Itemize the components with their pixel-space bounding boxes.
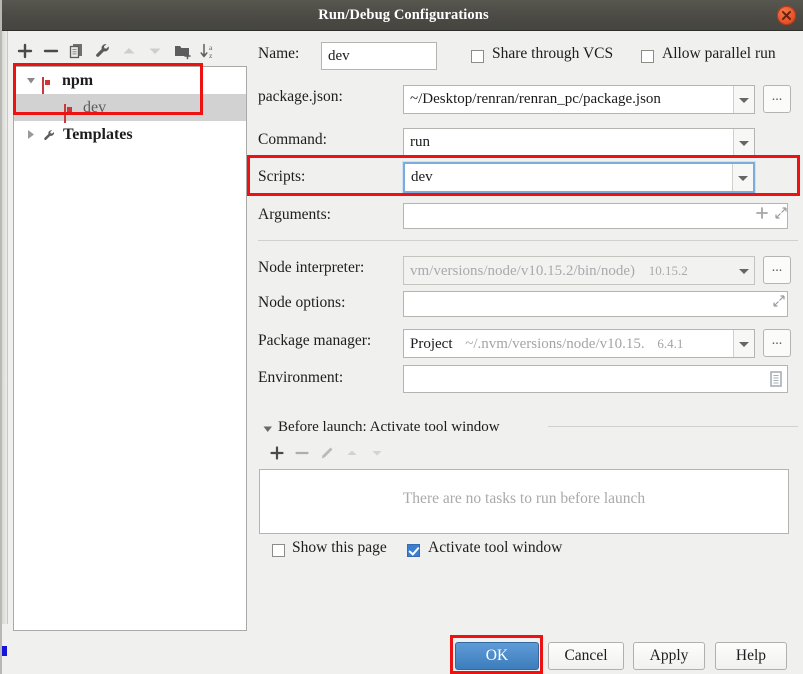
allow-parallel-run-checkbox[interactable]: [641, 50, 654, 63]
tree-node-label: dev: [83, 99, 107, 116]
before-launch-divider: [548, 426, 798, 427]
form-divider: [258, 240, 798, 241]
activate-tool-window-label[interactable]: Activate tool window: [428, 539, 562, 557]
share-through-vcs-label[interactable]: Share through VCS: [492, 45, 613, 63]
move-up-button[interactable]: [118, 40, 140, 62]
title-bar: Run/Debug Configurations: [2, 0, 803, 31]
copy-configuration-button[interactable]: [66, 40, 88, 62]
before-launch-tasks-list[interactable]: There are no tasks to run before launch: [259, 469, 789, 534]
package-manager-browse-button[interactable]: ...: [763, 329, 791, 357]
node-interpreter-label: Node interpreter:: [258, 259, 365, 276]
window-left-edge: [2, 31, 8, 624]
run-debug-configurations-dialog: Run/Debug Configurations a z npm dev Tem…: [0, 0, 803, 674]
node-interpreter-combo[interactable]: vm/versions/node/v10.15.2/bin/node) 10.1…: [403, 256, 755, 285]
apply-button[interactable]: Apply: [633, 642, 705, 670]
package-json-combo[interactable]: ~/Desktop/renran/renran_pc/package.json: [403, 85, 755, 114]
configurations-toolbar: a z: [14, 40, 244, 64]
tree-node-label: Templates: [63, 126, 133, 143]
node-options-label: Node options:: [258, 294, 346, 311]
node-options-input[interactable]: [403, 291, 788, 317]
scripts-combo-input[interactable]: dev: [403, 162, 755, 193]
npm-icon: [42, 73, 56, 96]
package-manager-value: Project: [410, 336, 453, 352]
resize-indicator: [2, 646, 7, 656]
share-through-vcs-checkbox[interactable]: [471, 50, 484, 63]
node-interpreter-browse-button[interactable]: ...: [763, 256, 791, 284]
package-manager-combo[interactable]: Project ~/.nvm/versions/node/v10.15. 6.4…: [403, 329, 755, 358]
ok-button[interactable]: OK: [455, 642, 539, 670]
tree-node-label: npm: [62, 72, 94, 89]
environment-variables-icon[interactable]: [769, 371, 783, 392]
before-launch-empty-text: There are no tasks to run before launch: [402, 490, 646, 507]
arguments-add-icon[interactable]: [755, 206, 769, 225]
before-launch-header[interactable]: Before launch: Activate tool window: [258, 419, 500, 436]
task-move-up-button[interactable]: [343, 444, 361, 462]
add-configuration-button[interactable]: [14, 40, 36, 62]
show-this-page-label[interactable]: Show this page: [292, 539, 387, 557]
package-manager-path: ~/.nvm/versions/node/v10.15.: [465, 336, 645, 352]
help-button[interactable]: Help: [715, 642, 787, 670]
package-json-chevron-down-icon[interactable]: [733, 86, 754, 113]
before-launch-triangle-down-icon[interactable]: [261, 422, 275, 441]
move-into-folder-icon[interactable]: [172, 40, 194, 62]
task-move-down-button[interactable]: [368, 444, 386, 462]
scripts-label: Scripts:: [258, 168, 306, 185]
remove-task-button[interactable]: [293, 444, 311, 462]
package-manager-label: Package manager:: [258, 332, 372, 349]
environment-input[interactable]: [403, 365, 788, 393]
command-chevron-down-icon[interactable]: [733, 129, 754, 156]
window-title: Run/Debug Configurations: [318, 7, 489, 23]
tree-node-npm[interactable]: npm: [14, 67, 246, 96]
allow-parallel-run-label[interactable]: Allow parallel run: [662, 45, 776, 63]
command-combo[interactable]: run: [403, 128, 755, 157]
edit-templates-wrench-icon[interactable]: [92, 40, 114, 62]
node-interpreter-path: vm/versions/node/v10.15.2/bin/node): [410, 263, 635, 279]
activate-tool-window-checkbox[interactable]: [407, 544, 420, 557]
arguments-expand-icon[interactable]: [774, 206, 788, 225]
tree-node-dev[interactable]: dev: [14, 94, 246, 123]
package-manager-chevron-down-icon[interactable]: [733, 330, 754, 357]
npm-icon: [64, 100, 78, 123]
wrench-icon: [41, 126, 58, 143]
edit-task-pencil-icon[interactable]: [318, 444, 336, 462]
cancel-button[interactable]: Cancel: [548, 642, 624, 670]
tree-node-templates[interactable]: Templates: [14, 121, 246, 148]
expand-collapse-triangle-right-icon[interactable]: [24, 121, 38, 148]
remove-configuration-button[interactable]: [40, 40, 62, 62]
move-down-button[interactable]: [144, 40, 166, 62]
package-json-browse-button[interactable]: ...: [763, 85, 791, 113]
arguments-input[interactable]: [403, 203, 788, 229]
environment-label: Environment:: [258, 369, 344, 386]
arguments-label: Arguments:: [258, 206, 331, 223]
package-manager-version: 6.4.1: [657, 336, 684, 351]
add-task-button[interactable]: [268, 444, 286, 462]
node-options-expand-icon[interactable]: [772, 294, 786, 313]
package-json-label: package.json:: [258, 88, 343, 105]
name-input[interactable]: dev: [321, 42, 437, 70]
command-label: Command:: [258, 131, 327, 148]
node-interpreter-version: 10.15.2: [648, 263, 688, 278]
close-icon[interactable]: [777, 6, 796, 25]
show-this-page-checkbox[interactable]: [272, 544, 285, 557]
node-interpreter-chevron-down-icon[interactable]: [733, 257, 754, 284]
scripts-chevron-down-icon[interactable]: [732, 164, 753, 191]
expand-collapse-triangle-down-icon[interactable]: [24, 67, 38, 94]
sort-az-icon[interactable]: a z: [198, 40, 220, 62]
name-label: Name:: [258, 45, 300, 62]
svg-text:z: z: [209, 51, 213, 60]
configurations-tree[interactable]: npm dev Templates: [13, 66, 247, 631]
